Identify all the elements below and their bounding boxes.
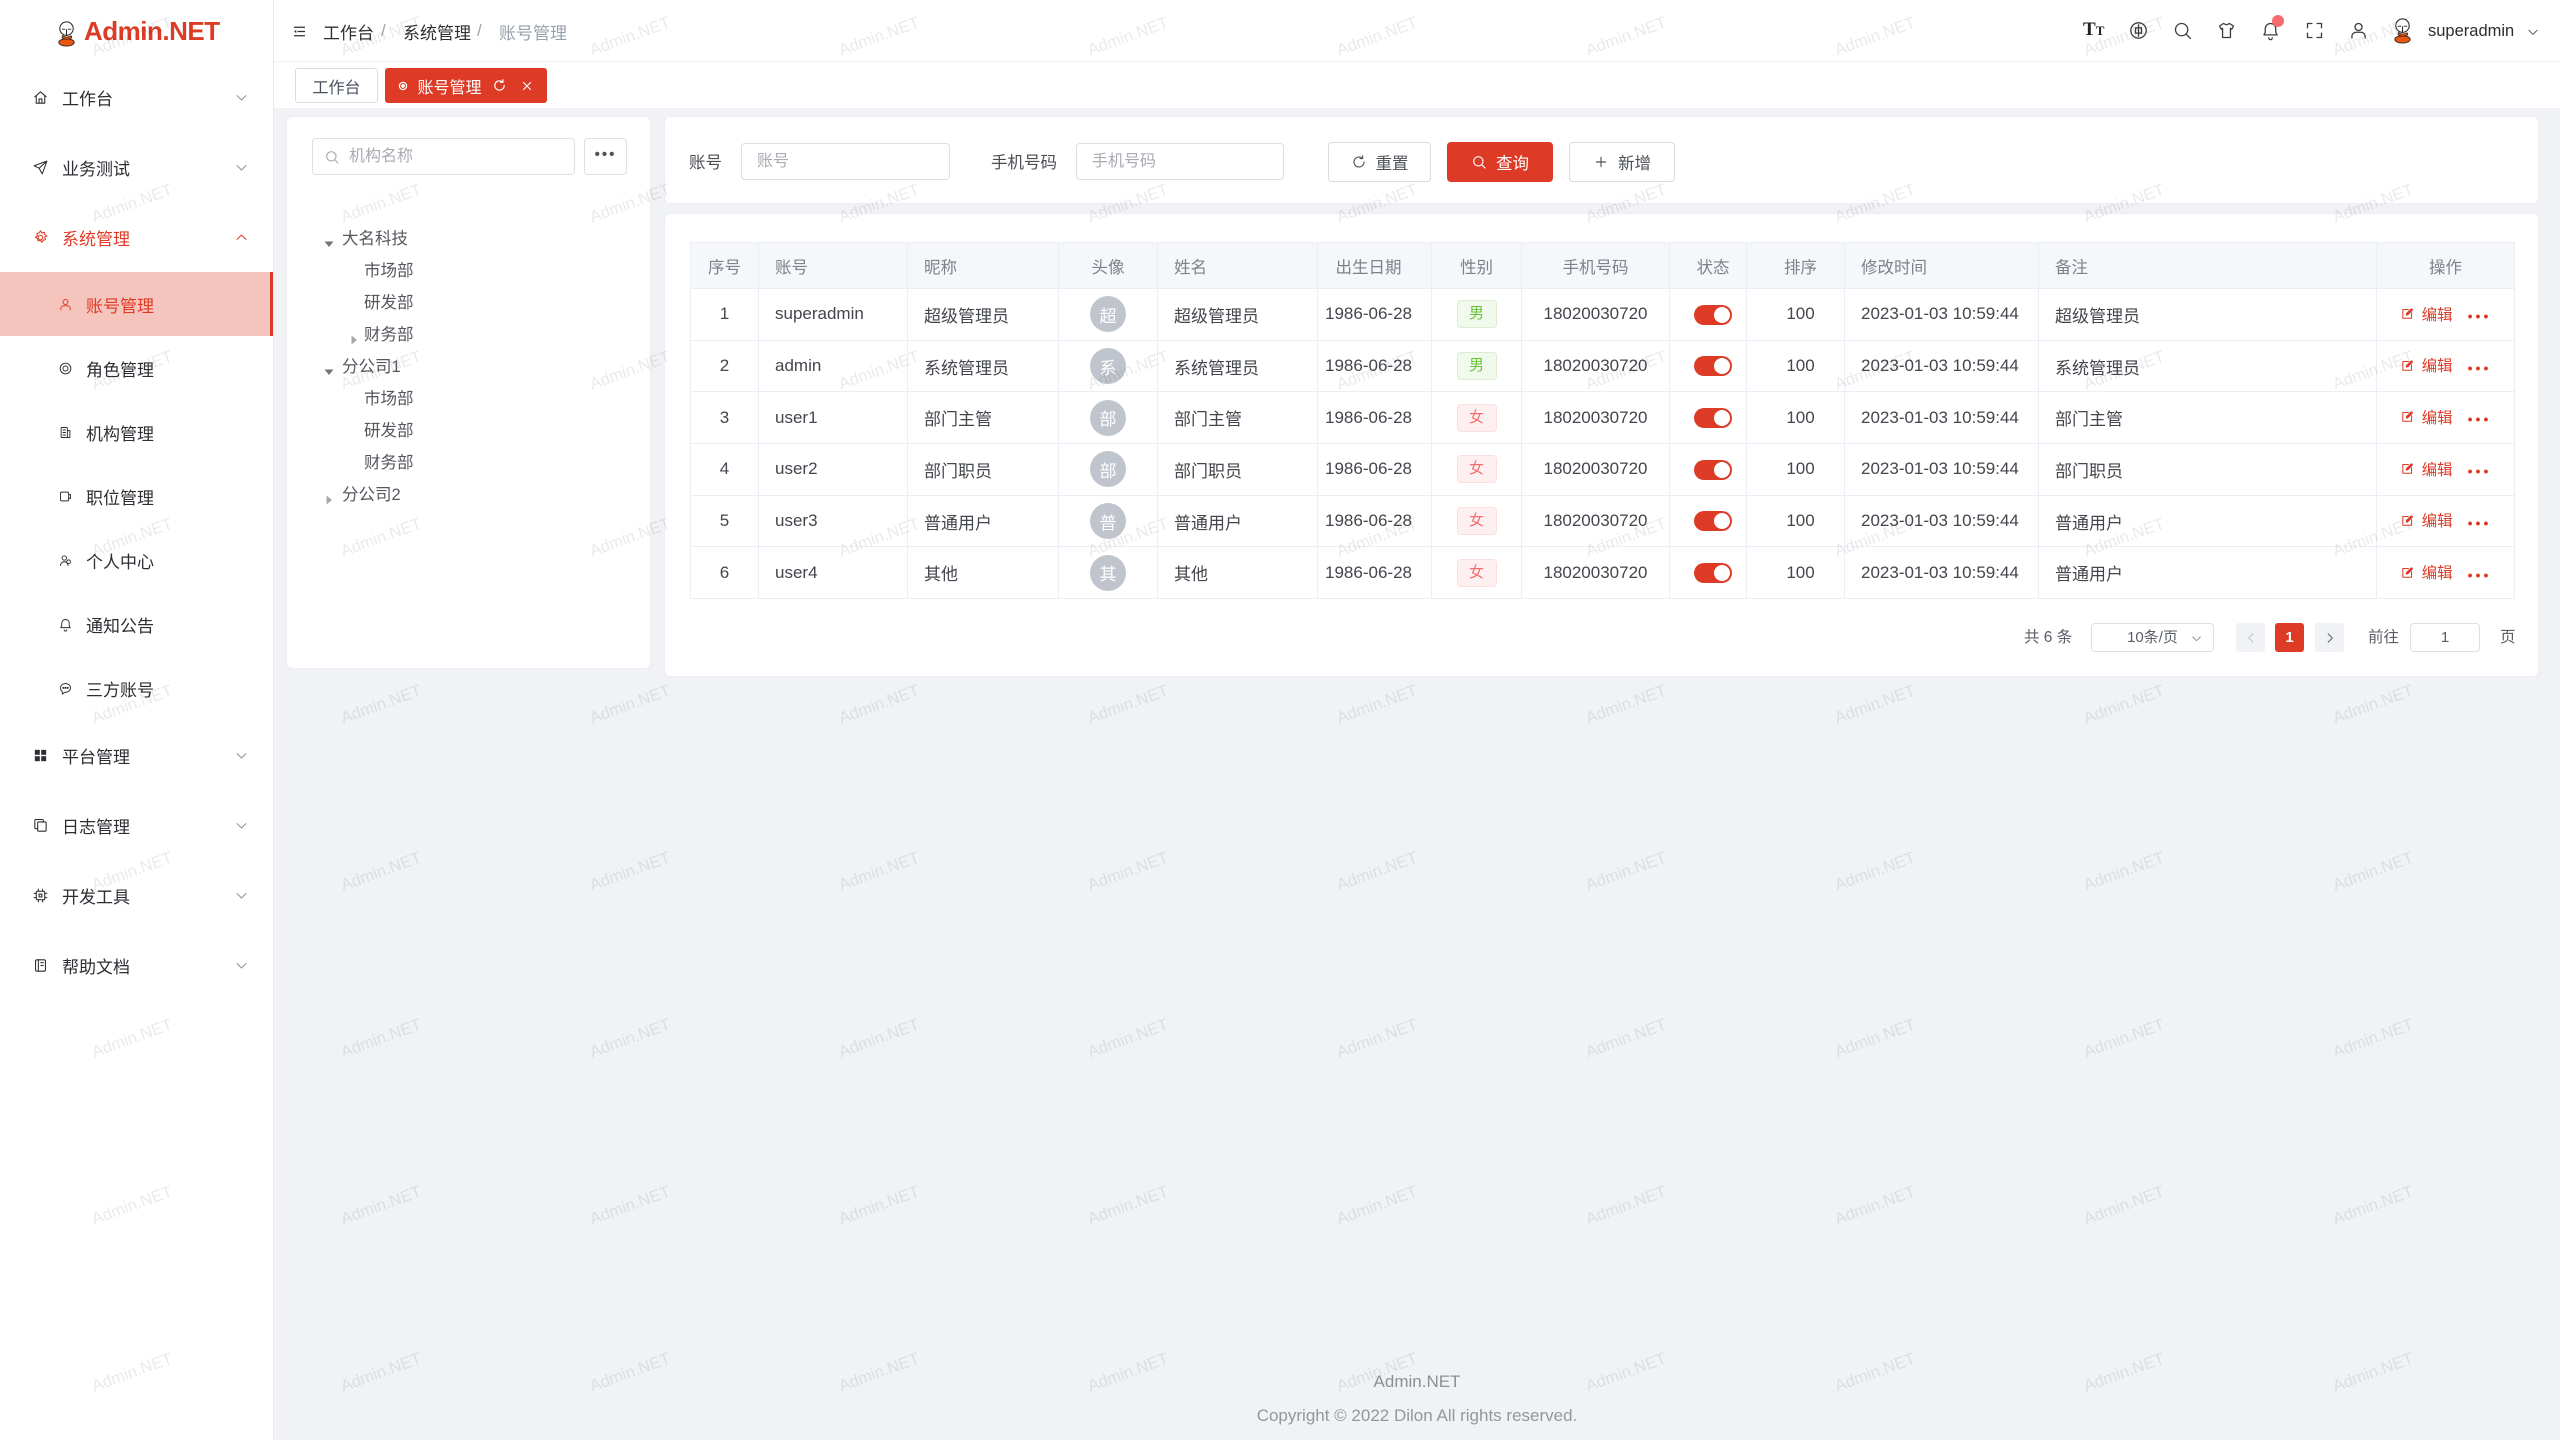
svg-text:Admin.NET: Admin.NET (1832, 682, 1917, 728)
svg-text:Admin.NET: Admin.NET (2081, 682, 2166, 728)
svg-text:Admin.NET: Admin.NET (2330, 682, 2415, 728)
svg-text:Admin.NET: Admin.NET (2330, 1016, 2415, 1062)
svg-text:Admin.NET: Admin.NET (338, 1016, 423, 1062)
svg-text:Admin.NET: Admin.NET (1334, 1016, 1419, 1062)
svg-text:Admin.NET: Admin.NET (836, 849, 921, 895)
svg-text:Admin.NET: Admin.NET (836, 682, 921, 728)
svg-text:Admin.NET: Admin.NET (2081, 1183, 2166, 1229)
svg-text:Admin.NET: Admin.NET (587, 682, 672, 728)
svg-text:Admin.NET: Admin.NET (1583, 1016, 1668, 1062)
svg-text:Admin.NET: Admin.NET (1583, 1183, 1668, 1229)
svg-text:Admin.NET: Admin.NET (587, 849, 672, 895)
svg-text:Admin.NET: Admin.NET (2081, 849, 2166, 895)
svg-text:Admin.NET: Admin.NET (836, 1183, 921, 1229)
svg-text:Admin.NET: Admin.NET (338, 1183, 423, 1229)
svg-text:Admin.NET: Admin.NET (587, 1016, 672, 1062)
svg-text:Admin.NET: Admin.NET (1334, 849, 1419, 895)
svg-text:Admin.NET: Admin.NET (1832, 1183, 1917, 1229)
svg-text:Admin.NET: Admin.NET (1085, 1183, 1170, 1229)
svg-text:Admin.NET: Admin.NET (2081, 1016, 2166, 1062)
svg-text:Admin.NET: Admin.NET (338, 849, 423, 895)
svg-text:Admin.NET: Admin.NET (1583, 682, 1668, 728)
svg-text:Admin.NET: Admin.NET (2330, 849, 2415, 895)
svg-text:Admin.NET: Admin.NET (587, 1183, 672, 1229)
svg-text:Admin.NET: Admin.NET (1334, 1183, 1419, 1229)
svg-text:Admin.NET: Admin.NET (1085, 682, 1170, 728)
svg-text:Admin.NET: Admin.NET (836, 1016, 921, 1062)
svg-text:Admin.NET: Admin.NET (1085, 849, 1170, 895)
svg-text:Admin.NET: Admin.NET (1832, 849, 1917, 895)
svg-text:Admin.NET: Admin.NET (2330, 1183, 2415, 1229)
svg-text:Admin.NET: Admin.NET (1583, 849, 1668, 895)
svg-text:Admin.NET: Admin.NET (1334, 682, 1419, 728)
svg-text:Admin.NET: Admin.NET (338, 682, 423, 728)
svg-text:Admin.NET: Admin.NET (1085, 1016, 1170, 1062)
svg-text:Admin.NET: Admin.NET (1832, 1016, 1917, 1062)
